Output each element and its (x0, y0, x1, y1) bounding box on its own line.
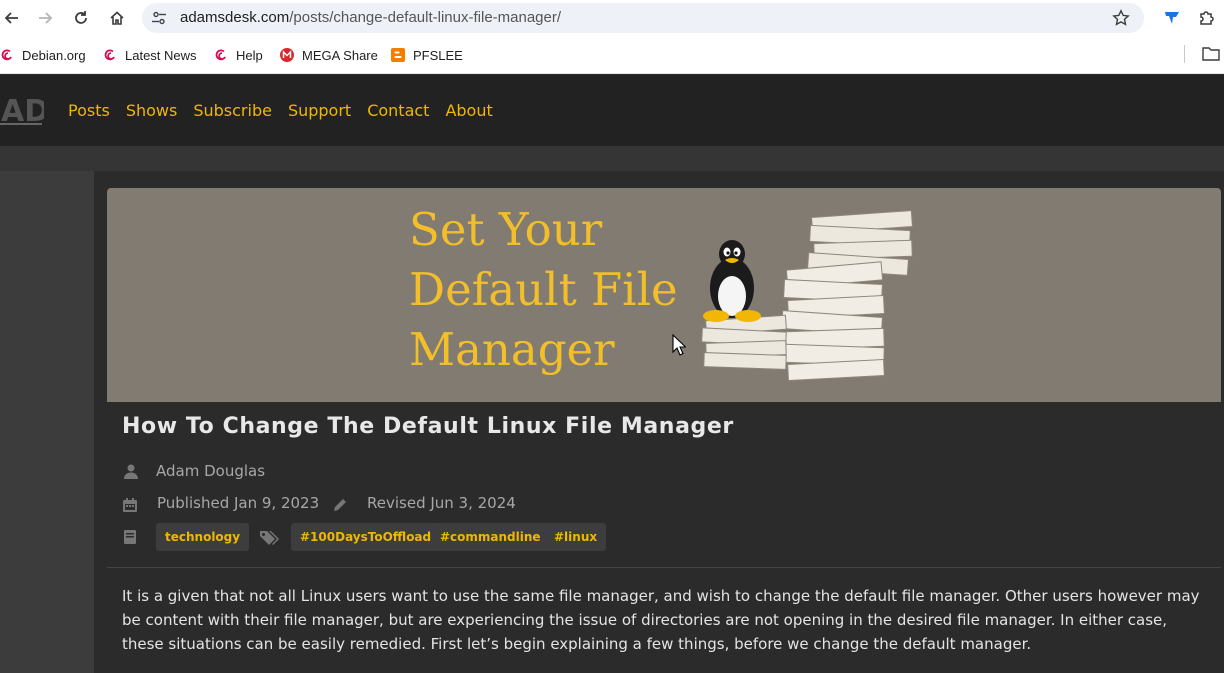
article-intro: It is a given that not all Linux users w… (122, 587, 1200, 653)
extensions-puzzle-icon[interactable] (1197, 8, 1217, 28)
back-icon[interactable] (0, 6, 24, 30)
nav-subscribe[interactable]: Subscribe (193, 101, 272, 120)
url-host: adamsdesk.com (180, 9, 290, 26)
header-strip (0, 146, 1224, 171)
hero-line: Set Your (409, 203, 603, 256)
nav-posts[interactable]: Posts (68, 101, 110, 120)
bookmark-label: Latest News (125, 47, 197, 63)
hero-banner: Set Your Default File Manager (107, 188, 1221, 402)
category-tag[interactable]: technology (156, 523, 250, 551)
tag-linux[interactable]: #linux (545, 523, 607, 551)
published-date: Published Jan 9, 2023 (157, 494, 320, 512)
penguin-paper-stack-illustration (701, 209, 913, 382)
url-text: adamsdesk.com/posts/change-default-linux… (180, 9, 561, 26)
site-header: AD Posts Shows Subscribe Support Contact… (0, 75, 1224, 146)
bookmark-star-icon[interactable] (1112, 9, 1130, 27)
tag-commandline[interactable]: #commandline (431, 523, 550, 551)
pencil-icon (334, 499, 346, 511)
url-path: /posts/change-default-linux-file-manager… (289, 9, 562, 26)
author-name[interactable]: Adam Douglas (156, 462, 265, 480)
bookmark-help[interactable]: Help (214, 46, 263, 64)
site-nav: Posts Shows Subscribe Support Contact Ab… (68, 101, 493, 120)
debian-swirl-icon (0, 48, 14, 62)
nav-support[interactable]: Support (288, 101, 351, 120)
home-icon[interactable] (105, 6, 129, 30)
revised-date: Revised Jun 3, 2024 (367, 494, 516, 512)
browser-toolbar: adamsdesk.com/posts/change-default-linux… (0, 0, 1224, 36)
site-info-icon[interactable] (151, 10, 167, 26)
site-logo-text: AD (1, 94, 44, 128)
bookmarks-folder-icon[interactable] (1202, 46, 1220, 62)
blogger-icon (391, 48, 405, 62)
article-divider (107, 567, 1221, 568)
bookmark-mega-share[interactable]: MEGA Share (280, 46, 378, 64)
book-icon (124, 530, 136, 544)
left-gutter (0, 171, 94, 673)
bookmark-label: PFSLEE (413, 47, 463, 63)
bookmark-pfslee[interactable]: PFSLEE (391, 46, 463, 64)
hero-line: Default File (409, 263, 678, 316)
calendar-icon (123, 498, 137, 512)
bookmark-latest-news[interactable]: Latest News (103, 46, 197, 64)
debian-swirl-icon (214, 48, 228, 62)
site-logo[interactable]: AD (0, 94, 44, 128)
nav-contact[interactable]: Contact (367, 101, 429, 120)
reload-icon[interactable] (69, 6, 93, 30)
nav-shows[interactable]: Shows (126, 101, 178, 120)
tag-100daystooffload[interactable]: #100DaysToOffload (291, 523, 441, 551)
mega-icon (280, 48, 294, 62)
author-icon (124, 464, 138, 479)
bookmark-debian[interactable]: Debian.org (0, 46, 86, 64)
hero-line: Manager (409, 323, 615, 376)
tags-icon (260, 531, 279, 545)
extension-icon[interactable] (1162, 8, 1182, 28)
forward-icon[interactable] (33, 6, 57, 30)
bookmark-label: Help (236, 47, 263, 63)
article-title: How To Change The Default Linux File Man… (122, 414, 734, 439)
bookmark-label: Debian.org (22, 47, 86, 63)
tux-penguin (703, 240, 761, 322)
hero-title: Set Your Default File Manager (409, 200, 678, 380)
nav-about[interactable]: About (445, 101, 492, 120)
debian-swirl-icon (103, 48, 117, 62)
bookmarks-bar: Debian.org Latest News Help MEGA Share P… (0, 36, 1224, 74)
mouse-cursor-icon (672, 334, 686, 356)
bookmarks-separator (1184, 45, 1185, 63)
bookmark-label: MEGA Share (302, 47, 378, 63)
address-bar[interactable]: adamsdesk.com/posts/change-default-linux… (142, 3, 1144, 33)
